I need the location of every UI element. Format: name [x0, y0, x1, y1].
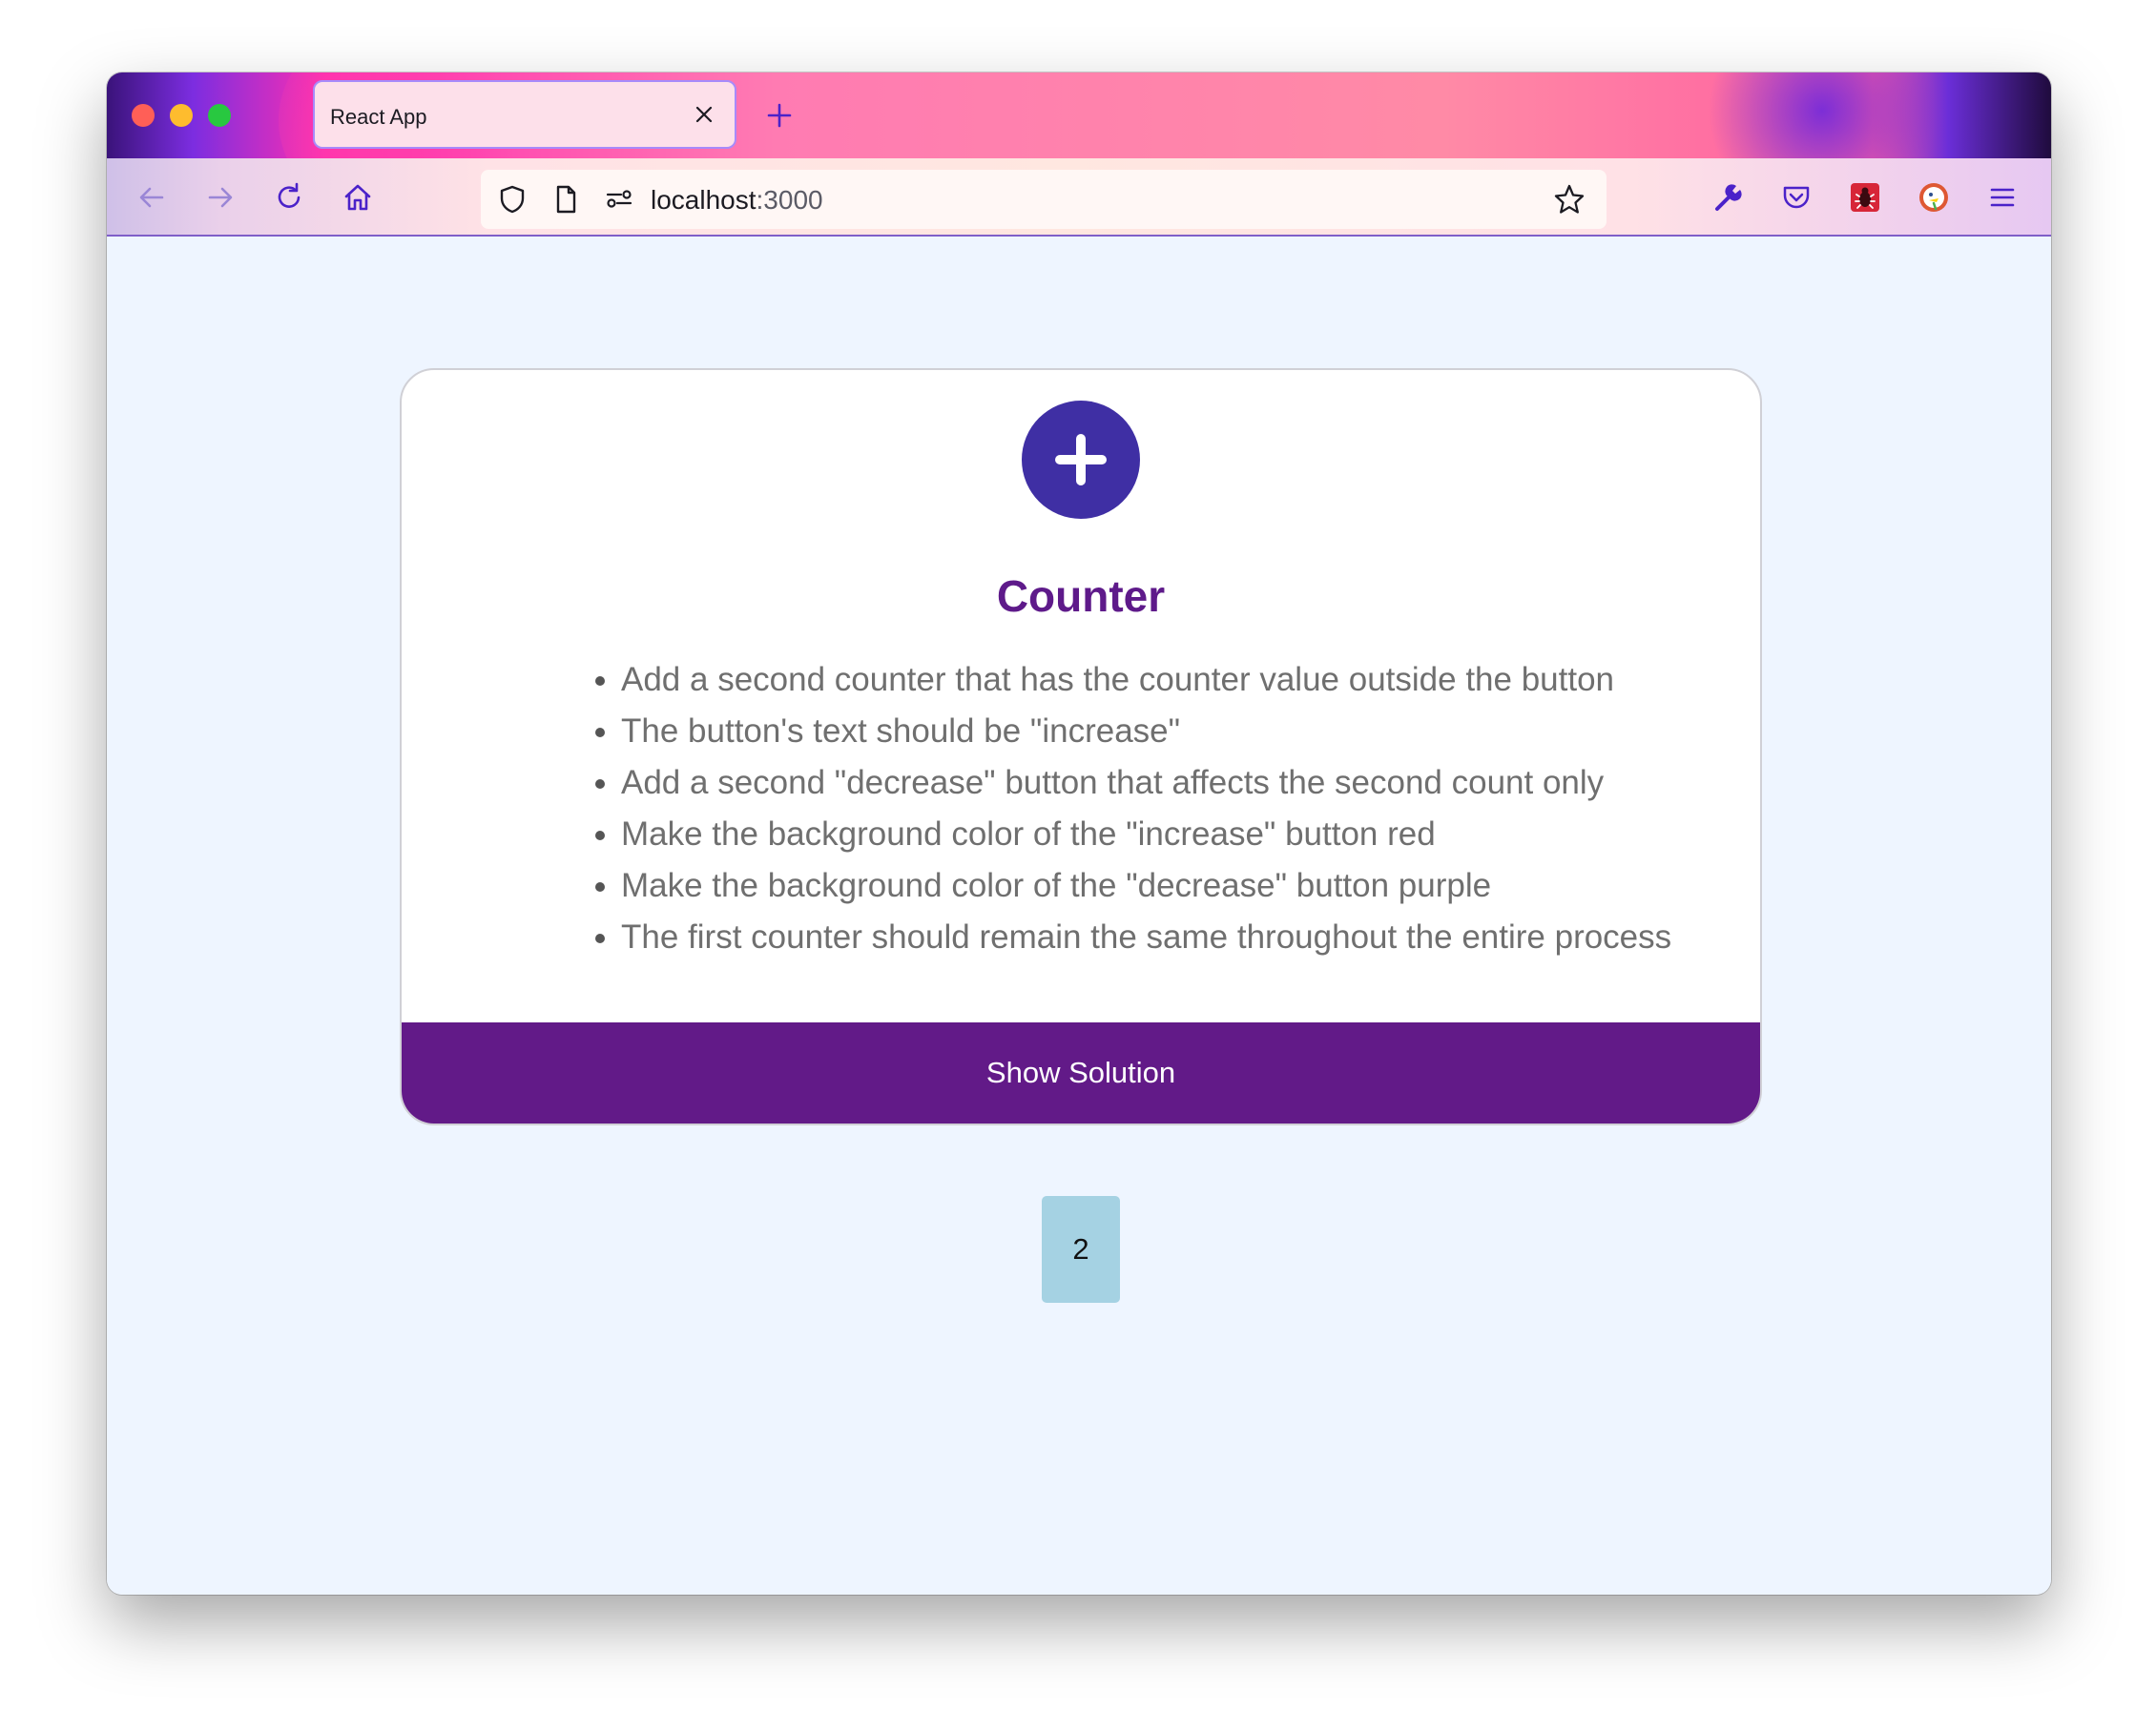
home-icon[interactable] [340, 179, 376, 216]
list-item: The first counter should remain the same… [621, 912, 1671, 963]
site-permissions-icon[interactable] [601, 181, 637, 217]
card-title: Counter [996, 571, 1166, 621]
tab-title: React App [330, 105, 427, 129]
pocket-icon[interactable] [1778, 179, 1814, 216]
browser-window: React App localhost:3000 Counter • Add a… [107, 72, 2051, 1595]
wrench-icon[interactable] [1710, 179, 1746, 216]
show-solution-button[interactable]: Show Solution [402, 1022, 1760, 1124]
duckduckgo-icon[interactable] [1916, 179, 1952, 216]
maximize-window-button[interactable] [208, 104, 231, 127]
url-text[interactable]: localhost:3000 [651, 185, 823, 216]
forward-icon[interactable] [202, 179, 238, 216]
page-content: Counter Add a second counter that has th… [107, 237, 2051, 1595]
list-item: Add a second "decrease" button that affe… [621, 757, 1671, 809]
list-item: Make the background color of the "increa… [621, 809, 1671, 860]
tab-react-app[interactable]: React App [313, 80, 736, 149]
reload-icon[interactable] [271, 179, 307, 216]
bookmark-star-icon[interactable] [1551, 181, 1587, 217]
minimize-window-button[interactable] [170, 104, 193, 127]
list-item: Add a second counter that has the counte… [621, 654, 1671, 706]
url-bar[interactable]: localhost:3000 [481, 170, 1607, 229]
list-item: Make the background color of the "decrea… [621, 860, 1671, 912]
shield-icon[interactable] [494, 181, 530, 217]
plus-icon [1022, 401, 1140, 519]
title-bar: React App [107, 72, 2051, 225]
counter-button[interactable]: 2 [1042, 1196, 1120, 1303]
challenge-card: Counter Add a second counter that has th… [400, 368, 1762, 1125]
menu-icon[interactable] [1984, 179, 2021, 216]
url-port: :3000 [756, 185, 823, 215]
requirements-list: Add a second counter that has the counte… [592, 654, 1671, 963]
navigation-toolbar: localhost:3000 [107, 158, 2051, 237]
page-icon [548, 181, 584, 217]
extension-bug-icon[interactable] [1847, 179, 1883, 216]
back-icon[interactable] [134, 179, 170, 216]
list-item: The button's text should be "increase" [621, 706, 1671, 757]
close-tab-icon[interactable] [691, 101, 717, 128]
url-host: localhost [651, 185, 757, 215]
new-tab-icon[interactable] [761, 97, 798, 134]
close-window-button[interactable] [132, 104, 155, 127]
